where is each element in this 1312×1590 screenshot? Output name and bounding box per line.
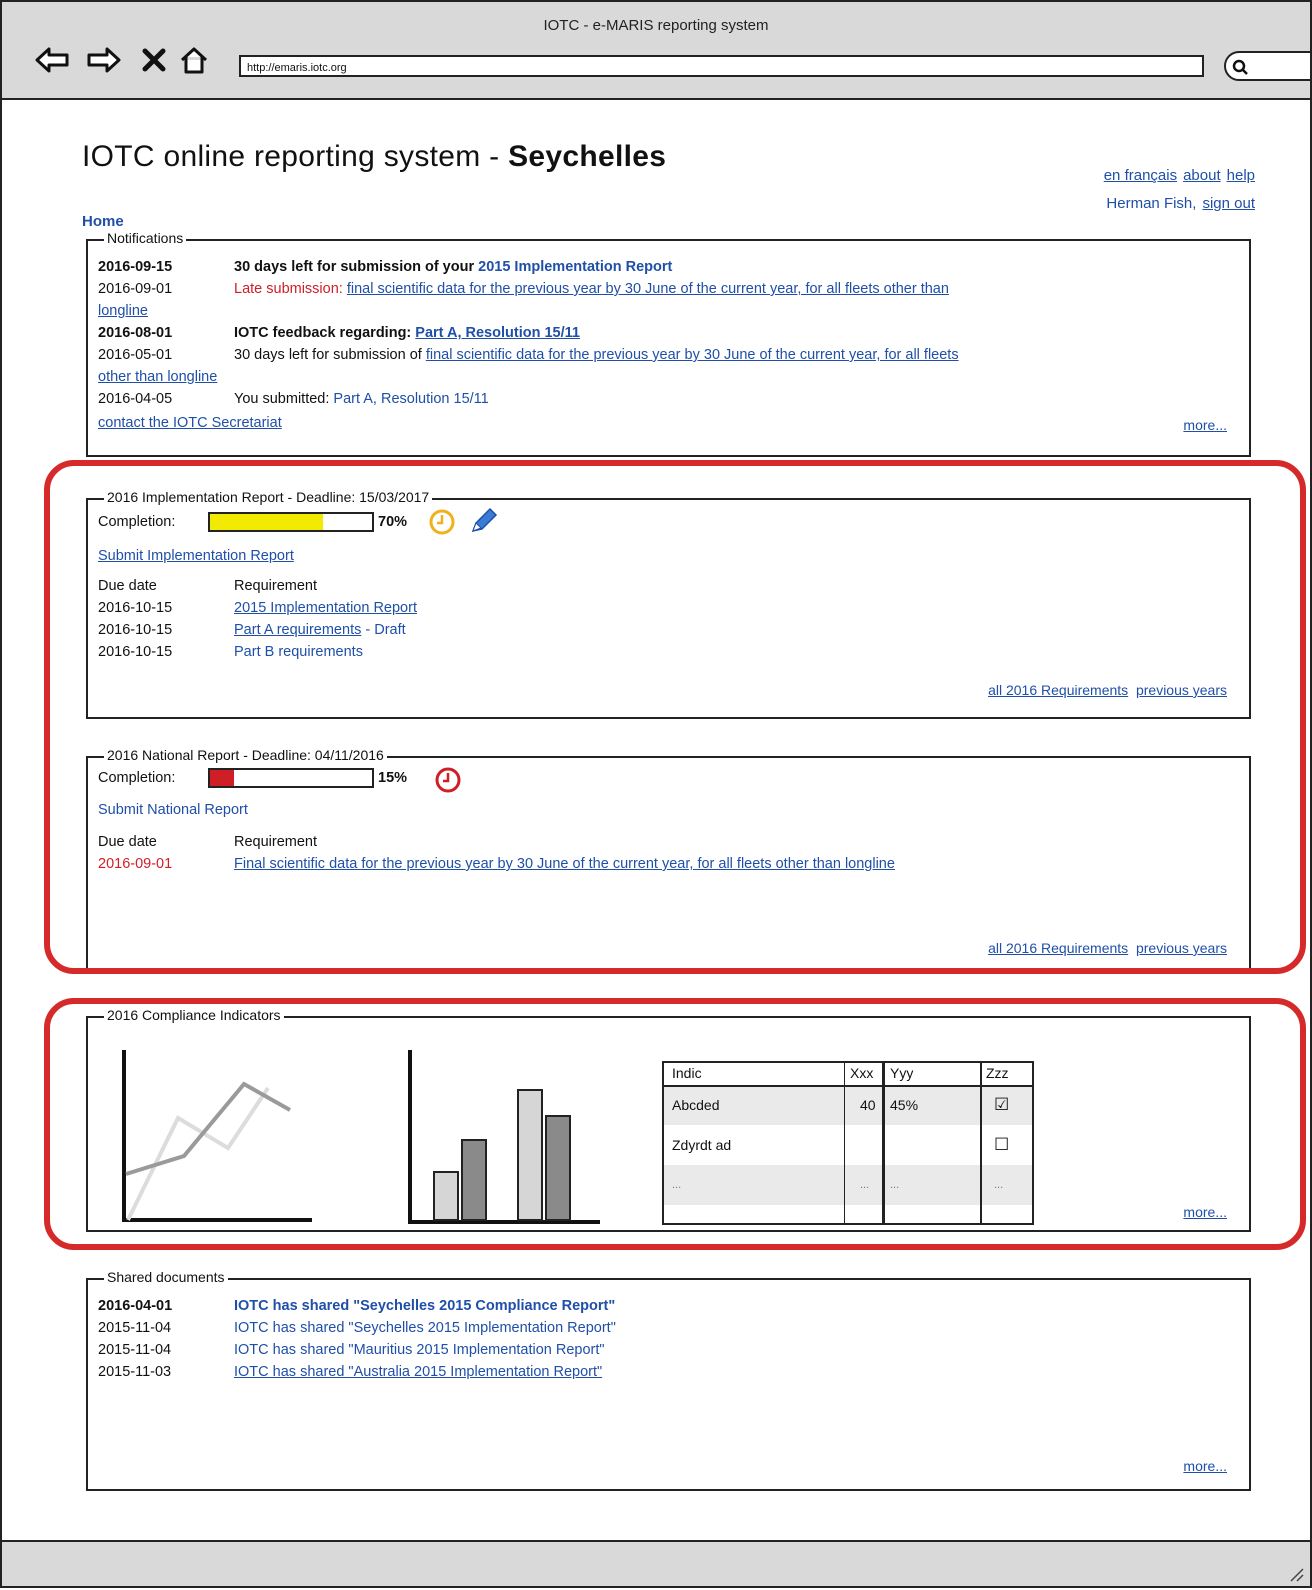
notification-text: You submitted: bbox=[234, 391, 334, 407]
help-link[interactable]: help bbox=[1227, 167, 1255, 184]
notification-link-cont[interactable]: longline bbox=[98, 303, 148, 319]
notification-link[interactable]: final scientific data for the previous y… bbox=[347, 281, 949, 297]
french-link[interactable]: en français bbox=[1104, 167, 1177, 184]
shared-document-link[interactable]: IOTC has shared "Seychelles 2015 Impleme… bbox=[234, 1320, 616, 1336]
shared-document-link[interactable]: IOTC has shared "Mauritius 2015 Implemen… bbox=[234, 1342, 605, 1358]
notification-link[interactable]: final scientific data for the previous y… bbox=[426, 347, 959, 363]
page-title: IOTC online reporting system - Seychelle… bbox=[82, 140, 666, 174]
notification-date: 2016-05-01 bbox=[98, 347, 173, 363]
shared-date: 2015-11-04 bbox=[98, 1342, 172, 1358]
shared-documents-panel: Shared documents 2016-04-01 IOTC has sha… bbox=[86, 1269, 1251, 1491]
resize-grip-icon[interactable] bbox=[1288, 1566, 1304, 1582]
notification-item: Late submission: final scientific data f… bbox=[234, 281, 949, 297]
top-links: en français about help Herman Fish, sign ou… bbox=[1098, 162, 1255, 218]
shared-legend: Shared documents bbox=[104, 1269, 228, 1285]
shared-date: 2015-11-03 bbox=[98, 1364, 172, 1380]
notification-date: 2016-08-01 bbox=[98, 325, 173, 341]
notification-link[interactable]: Part A, Resolution 15/11 bbox=[333, 391, 488, 407]
shared-document-link[interactable]: IOTC has shared "Seychelles 2015 Complia… bbox=[234, 1298, 615, 1314]
notification-link-cont[interactable]: other than longline bbox=[98, 369, 217, 385]
shared-document-link[interactable]: IOTC has shared "Australia 2015 Implemen… bbox=[234, 1364, 602, 1380]
notifications-more-link[interactable]: more... bbox=[1183, 417, 1227, 433]
notification-item: 30 days left for submission of your 2015… bbox=[234, 259, 672, 275]
notification-link[interactable]: Part A, Resolution 15/11 bbox=[415, 325, 580, 341]
notification-item: IOTC feedback regarding: Part A, Resolut… bbox=[234, 325, 580, 341]
user-name: Herman Fish, bbox=[1106, 195, 1197, 212]
window-title: IOTC - e-MARIS reporting system bbox=[543, 17, 769, 34]
contact-secretariat-link[interactable]: contact the IOTC Secretariat bbox=[98, 415, 282, 431]
notification-item: 30 days left for submission of final sci… bbox=[234, 347, 959, 363]
notifications-panel: Notifications 2016-09-15 30 days left fo… bbox=[86, 230, 1251, 457]
notifications-legend: Notifications bbox=[104, 230, 187, 246]
late-submission-label: Late submission: bbox=[234, 281, 347, 297]
shared-more-link[interactable]: more... bbox=[1183, 1458, 1227, 1474]
notification-text: 30 days left for submission of bbox=[234, 347, 426, 363]
about-link[interactable]: about bbox=[1183, 167, 1221, 184]
url-bar[interactable]: http://emaris.iotc.org bbox=[239, 55, 1204, 77]
browser-window: IOTC - e-MARIS reporting system http://e… bbox=[0, 0, 1312, 1588]
home-icon[interactable] bbox=[174, 40, 214, 80]
forward-icon[interactable] bbox=[84, 40, 124, 80]
notification-date: 2016-04-05 bbox=[98, 391, 173, 407]
notification-text: IOTC feedback regarding: bbox=[234, 325, 416, 341]
shared-date: 2016-04-01 bbox=[98, 1298, 173, 1314]
notification-link[interactable]: 2015 Implementation Report bbox=[478, 259, 672, 275]
breadcrumb-home[interactable]: Home bbox=[82, 213, 124, 230]
browser-status-bar bbox=[2, 1540, 1310, 1586]
search-icon bbox=[1232, 59, 1248, 75]
back-icon[interactable] bbox=[32, 40, 72, 80]
highlight-outline-compliance bbox=[44, 998, 1306, 1250]
page-title-country: Seychelles bbox=[508, 140, 667, 173]
notification-date: 2016-09-01 bbox=[98, 281, 173, 297]
stop-icon[interactable] bbox=[134, 40, 174, 80]
notification-item: You submitted: Part A, Resolution 15/11 bbox=[234, 391, 489, 407]
browser-search[interactable] bbox=[1224, 51, 1310, 81]
page-title-prefix: IOTC online reporting system - bbox=[82, 140, 509, 173]
notification-date: 2016-09-15 bbox=[98, 259, 173, 275]
highlight-outline-reports bbox=[44, 460, 1306, 974]
notification-text: 30 days left for submission of your bbox=[234, 259, 479, 275]
shared-date: 2015-11-04 bbox=[98, 1320, 172, 1336]
browser-chrome: IOTC - e-MARIS reporting system http://e… bbox=[2, 2, 1310, 100]
sign-out-link[interactable]: sign out bbox=[1202, 195, 1255, 212]
